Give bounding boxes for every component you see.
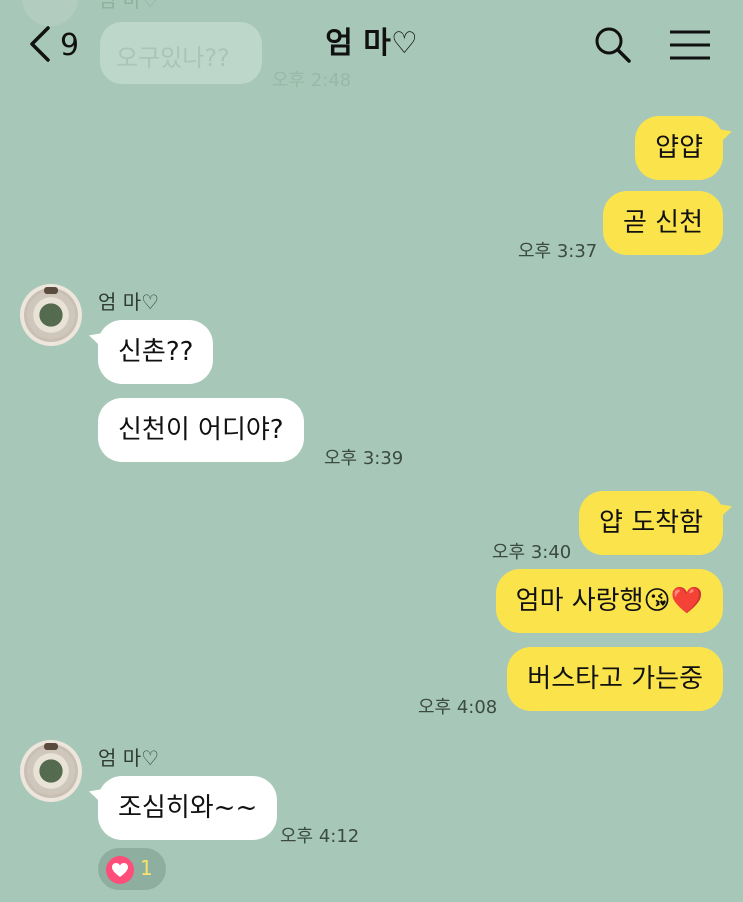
message-bubble-theirs[interactable]: 조심히와~~	[98, 776, 278, 840]
sender-name: 엄 마♡	[98, 746, 160, 770]
timestamp: 오후 3:37	[518, 241, 598, 262]
timestamp: 오후 3:40	[492, 542, 572, 563]
reaction-count: 1	[140, 856, 153, 880]
timestamp: 오후 4:12	[280, 826, 360, 847]
timestamp: 오후 3:39	[324, 448, 404, 469]
timestamp: 오후 4:08	[418, 697, 498, 718]
search-icon[interactable]	[594, 26, 632, 64]
avatar[interactable]	[20, 740, 82, 802]
heart-icon	[106, 856, 134, 884]
message-bubble-mine[interactable]: 얍얍	[635, 116, 723, 180]
sender-name: 엄 마♡	[98, 290, 160, 314]
message-bubble-mine[interactable]: 버스타고 가는중	[507, 647, 723, 711]
message-bubble-theirs[interactable]: 신천이 어디야?	[98, 398, 304, 462]
avatar[interactable]	[20, 284, 82, 346]
menu-icon[interactable]	[668, 28, 712, 62]
message-bubble-mine[interactable]: 엄마 사랑행😘❤️	[495, 569, 723, 633]
message-bubble-mine[interactable]: 곧 신천	[602, 191, 723, 255]
avatar-faded	[22, 0, 78, 26]
message-bubble-mine[interactable]: 얍 도착함	[579, 491, 723, 555]
timestamp-faded: 오후 2:48	[272, 70, 352, 91]
sender-name-faded: 엄 마♡	[98, 0, 160, 12]
reaction-badge[interactable]: 1	[98, 848, 166, 890]
message-bubble-theirs[interactable]: 신촌??	[98, 320, 214, 384]
